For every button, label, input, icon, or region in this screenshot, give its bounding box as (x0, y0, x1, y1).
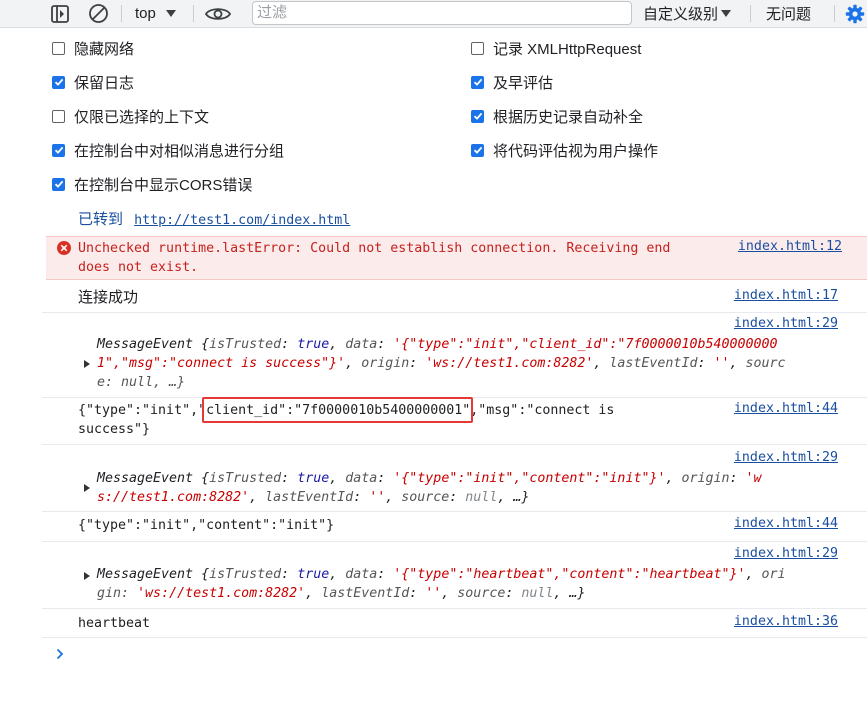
expand-triangle-icon[interactable] (84, 572, 90, 580)
dropdown-arrow-icon (165, 9, 176, 17)
checkmark-icon (473, 112, 482, 120)
setting-preserve-log[interactable]: 保留日志 (52, 72, 134, 92)
checkbox[interactable] (52, 177, 65, 191)
clear-icon (89, 4, 108, 23)
log-row: 连接成功 index.html:17 (42, 284, 867, 313)
log-source-link[interactable]: index.html:44 (734, 401, 838, 416)
setting-selected-context-only[interactable]: 仅限已选择的上下文 (52, 106, 209, 126)
context-selector[interactable]: top (135, 0, 176, 27)
setting-show-cors-errors[interactable]: 在控制台中显示CORS错误 (52, 174, 252, 194)
checkbox[interactable] (52, 143, 65, 157)
console-prompt[interactable] (42, 640, 867, 670)
setting-label: 在控制台中显示CORS错误 (74, 176, 253, 194)
message-event-row: index.html:29 MessageEvent {isTrusted: t… (42, 445, 867, 512)
log-source-link[interactable]: index.html:44 (734, 516, 838, 531)
log-source-link[interactable]: index.html:29 (734, 316, 838, 331)
issues-label: 无问题 (766, 6, 812, 23)
context-label: top (135, 5, 156, 22)
error-line-1: Unchecked runtime.lastError: Could not e… (78, 241, 671, 256)
checkbox[interactable] (52, 75, 65, 89)
error-text: Unchecked runtime.lastError: Could not e… (78, 239, 670, 277)
navigation-prefix: 已转到 (78, 211, 124, 228)
message-event-preview[interactable]: MessageEvent {isTrusted: true, data: '{"… (97, 335, 786, 392)
message-event-preview[interactable]: MessageEvent {isTrusted: true, data: '{"… (97, 565, 786, 603)
setting-group-similar[interactable]: 在控制台中对相似消息进行分组 (52, 140, 284, 160)
checkmark-icon (54, 180, 63, 188)
log-levels-label: 自定义级别 (643, 6, 719, 23)
dock-sidebar-icon (51, 4, 69, 23)
checkmark-icon (473, 146, 482, 154)
error-message: Unchecked runtime.lastError: Could not e… (46, 236, 867, 280)
filter-box (252, 1, 632, 25)
log-row: heartbeat index.html:36 (42, 609, 867, 638)
log-levels-dropdown[interactable]: 自定义级别 (643, 0, 732, 27)
live-expression-button[interactable] (205, 0, 231, 27)
log-text: {"type":"init","content":"init"} (78, 518, 335, 533)
setting-label: 隐藏网络 (74, 40, 135, 58)
checkbox[interactable] (471, 75, 484, 89)
log-row: {"type":"init","content":"init"} index.h… (42, 512, 867, 542)
message-event-preview[interactable]: MessageEvent {isTrusted: true, data: '{"… (97, 469, 762, 507)
log-text: heartbeat (78, 616, 151, 631)
log-text: {"type":"init","client_id":"7f0000010b54… (78, 397, 614, 439)
log-source-link[interactable]: index.html:29 (734, 450, 838, 465)
filter-input[interactable] (253, 2, 631, 23)
message-event-row: index.html:29 MessageEvent {isTrusted: t… (42, 542, 867, 609)
console-settings-pane: 隐藏网络 保留日志 仅限已选择的上下文 在控制台中对相似消息进行分组 在控制台中… (0, 28, 867, 200)
log-source-link[interactable]: index.html:17 (734, 288, 838, 303)
error-line-2: does not exist. (78, 260, 199, 275)
setting-label: 记录 XMLHttpRequest (493, 40, 642, 58)
setting-log-xhr[interactable]: 记录 XMLHttpRequest (471, 38, 641, 58)
toolbar-divider (750, 5, 751, 22)
expand-triangle-icon[interactable] (84, 360, 90, 368)
show-sidebar-button[interactable] (50, 0, 70, 27)
checkbox[interactable] (52, 41, 65, 55)
checkbox[interactable] (471, 109, 484, 123)
toolbar-divider (193, 5, 194, 22)
log-text: 连接成功 (78, 289, 139, 306)
console-toolbar: top 自定义级别 无问题 (0, 0, 867, 28)
setting-eager-evaluation[interactable]: 及早评估 (471, 72, 553, 92)
log-source-link[interactable]: index.html:36 (734, 614, 838, 629)
error-source-link[interactable]: index.html:12 (738, 239, 842, 254)
setting-label: 根据历史记录自动补全 (493, 108, 644, 126)
dropdown-arrow-icon (721, 9, 732, 17)
error-icon (57, 241, 71, 255)
issues-counter[interactable]: 无问题 (766, 0, 811, 27)
clear-console-button[interactable] (88, 0, 109, 27)
log-source-link[interactable]: index.html:29 (734, 546, 838, 561)
checkmark-icon (473, 78, 482, 86)
checkbox[interactable] (471, 41, 484, 55)
checkmark-icon (54, 146, 63, 154)
setting-autocomplete-history[interactable]: 根据历史记录自动补全 (471, 106, 643, 126)
navigation-message: 已转到 http://test1.com/index.html (42, 208, 867, 230)
prompt-chevron-icon (56, 648, 64, 660)
navigation-url-link[interactable]: http://test1.com/index.html (134, 213, 350, 228)
navigation-text: 已转到 http://test1.com/index.html (78, 208, 350, 230)
message-event-row: index.html:29 MessageEvent {isTrusted: t… (42, 313, 867, 398)
checkmark-icon (54, 78, 63, 86)
setting-label: 保留日志 (74, 74, 135, 92)
setting-label: 在控制台中对相似消息进行分组 (74, 142, 285, 160)
toolbar-divider (121, 5, 122, 22)
gear-icon (845, 4, 865, 23)
toolbar-divider (834, 5, 835, 22)
eye-icon (205, 7, 231, 20)
setting-user-activation-eval[interactable]: 将代码评估视为用户操作 (471, 140, 658, 160)
checkbox[interactable] (471, 143, 484, 157)
checkbox[interactable] (52, 109, 65, 123)
setting-hide-network[interactable]: 隐藏网络 (52, 38, 134, 58)
console-settings-button[interactable] (845, 0, 865, 27)
expand-triangle-icon[interactable] (84, 484, 90, 492)
setting-label: 将代码评估视为用户操作 (493, 142, 659, 160)
setting-label: 仅限已选择的上下文 (74, 108, 210, 126)
log-row: {"type":"init","client_id":"7f0000010b54… (42, 397, 867, 445)
setting-label: 及早评估 (493, 74, 554, 92)
highlight-box (202, 397, 474, 423)
